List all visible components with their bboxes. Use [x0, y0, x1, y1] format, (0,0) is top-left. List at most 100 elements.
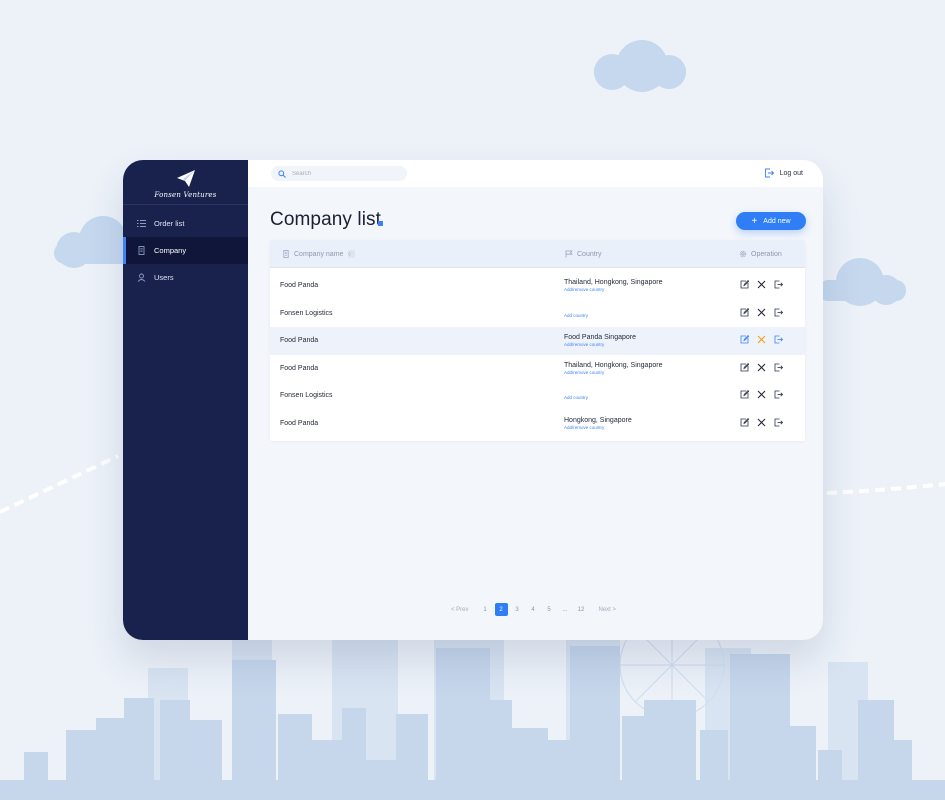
company-name-cell: Fonsen Logistics: [280, 309, 333, 317]
building-icon: [283, 250, 289, 258]
column-header-company-name[interactable]: Company name: [282, 250, 356, 258]
cloud-icon: [594, 40, 686, 92]
export-icon[interactable]: [774, 335, 783, 344]
add-remove-country-link[interactable]: Add/remove country: [564, 287, 662, 292]
page-button-3[interactable]: 3: [511, 603, 524, 616]
operation-cell: [740, 417, 791, 427]
add-remove-country-link[interactable]: Add/remove country: [564, 342, 636, 347]
sidebar-item-label: Users: [154, 273, 174, 282]
edit-icon[interactable]: [740, 335, 749, 344]
company-name-cell: Food Panda: [280, 419, 319, 427]
search-input[interactable]: [292, 170, 402, 177]
plus-icon: +: [751, 215, 758, 227]
table-row[interactable]: Food Panda Hongkong, Singapore Add/remov…: [270, 410, 805, 438]
user-icon: [137, 273, 146, 282]
company-table: Company name Country Operation Food Pand…: [270, 240, 805, 441]
country-list: Thailand, Hongkong, Singapore: [564, 279, 663, 286]
column-header-label: Company name: [294, 250, 344, 258]
page-button-2[interactable]: 2: [494, 603, 508, 616]
add-new-label: Add new: [763, 217, 791, 225]
sidebar-item-company[interactable]: Company: [123, 237, 248, 264]
country-cell: Add country: [564, 389, 588, 400]
export-icon[interactable]: [774, 280, 783, 289]
logout-button[interactable]: Log out: [764, 168, 803, 178]
page-button-5[interactable]: 5: [543, 603, 556, 616]
operation-cell: [740, 335, 791, 344]
brand-name: Fonsen Ventures: [154, 191, 217, 199]
table-row[interactable]: Fonsen Logistics Add country: [270, 300, 805, 328]
table-header: Company name Country Operation: [270, 240, 805, 268]
table-row[interactable]: Food Panda Thailand, Hongkong, Singapore…: [270, 272, 805, 300]
app-window: Fonsen Ventures Order list Company Users: [123, 160, 823, 640]
export-icon[interactable]: [774, 363, 783, 372]
add-country-link[interactable]: Add country: [564, 395, 588, 400]
delete-icon[interactable]: [757, 418, 766, 427]
export-icon[interactable]: [774, 308, 783, 317]
delete-icon[interactable]: [757, 308, 766, 317]
sidebar-item-label: Order list: [154, 219, 185, 228]
paper-plane-icon: [176, 170, 195, 187]
add-remove-country-link[interactable]: Add/remove country: [564, 425, 632, 430]
search-box[interactable]: [271, 166, 407, 181]
edit-icon[interactable]: [740, 280, 749, 289]
next-page-button[interactable]: Next >: [599, 603, 617, 616]
page-button-1[interactable]: 1: [479, 603, 492, 616]
column-header-label: Operation: [751, 250, 782, 258]
country-list: Hongkong, Singapore: [564, 416, 632, 424]
list-icon: [137, 219, 146, 228]
country-cell: Thailand, Hongkong, Singapore Add/remove…: [564, 362, 662, 375]
delete-icon[interactable]: [757, 280, 766, 289]
edit-icon[interactable]: [740, 362, 749, 372]
title-accent-dot: [378, 221, 383, 226]
column-header-country: Country: [565, 250, 602, 258]
delete-icon[interactable]: [757, 363, 766, 372]
column-header-label: Country: [577, 250, 602, 258]
add-new-button[interactable]: + Add new: [736, 212, 806, 230]
sort-icon[interactable]: [348, 250, 356, 258]
sidebar-item-label: Company: [154, 246, 187, 255]
operation-cell: [740, 307, 791, 317]
column-header-operation: Operation: [739, 250, 782, 258]
search-icon: [278, 169, 286, 178]
company-name-cell: Food Panda: [280, 337, 319, 344]
company-name-cell: Fonsen Logistics: [280, 392, 333, 399]
add-remove-country-link[interactable]: Add/remove country: [564, 370, 662, 375]
delete-icon[interactable]: [757, 390, 766, 399]
logout-icon: [764, 168, 774, 178]
operation-cell: [740, 280, 791, 289]
page-button-4[interactable]: 4: [527, 603, 540, 616]
edit-icon[interactable]: [740, 307, 749, 317]
logout-label: Log out: [779, 169, 803, 177]
add-country-link[interactable]: Add country: [564, 313, 588, 318]
country-cell: Food Panda Singapore Add/remove country: [564, 334, 636, 347]
sidebar-item-order-list[interactable]: Order list: [123, 210, 248, 237]
prev-page-button[interactable]: < Prev: [451, 603, 469, 616]
gear-icon: [739, 250, 747, 258]
sidebar-item-users[interactable]: Users: [123, 264, 248, 291]
topbar: Log out: [248, 160, 823, 187]
edit-icon[interactable]: [740, 390, 749, 399]
company-name-cell: Food Panda: [280, 364, 319, 372]
delete-icon[interactable]: [757, 335, 766, 344]
country-cell: Hongkong, Singapore Add/remove country: [564, 417, 632, 430]
table-body: Food Panda Thailand, Hongkong, Singapore…: [270, 268, 805, 441]
sidebar: Fonsen Ventures Order list Company Users: [123, 160, 248, 640]
country-list: Food Panda Singapore: [564, 334, 636, 341]
table-row[interactable]: Food Panda Food Panda Singapore Add/remo…: [270, 327, 805, 355]
edit-icon[interactable]: [740, 417, 749, 427]
main-content: Log out Company list + Add new Company n…: [248, 160, 823, 640]
country-cell: Add country: [564, 307, 588, 318]
building-icon: [137, 246, 146, 255]
export-icon[interactable]: [774, 418, 783, 427]
sidebar-nav: Order list Company Users: [123, 210, 248, 291]
brand: Fonsen Ventures: [123, 160, 248, 205]
table-row[interactable]: Fonsen Logistics Add country: [270, 382, 805, 410]
export-icon[interactable]: [774, 390, 783, 399]
page-ellipsis: ...: [562, 606, 568, 613]
table-row[interactable]: Food Panda Thailand, Hongkong, Singapore…: [270, 355, 805, 383]
page-button-12[interactable]: 12: [575, 603, 588, 616]
page-title: Company list: [270, 209, 382, 230]
pagination: < Prev 1 2 3 4 5 ... 12 Next >: [451, 603, 619, 616]
company-name-cell: Food Panda: [280, 282, 319, 289]
country-list: Thailand, Hongkong, Singapore: [564, 361, 663, 369]
